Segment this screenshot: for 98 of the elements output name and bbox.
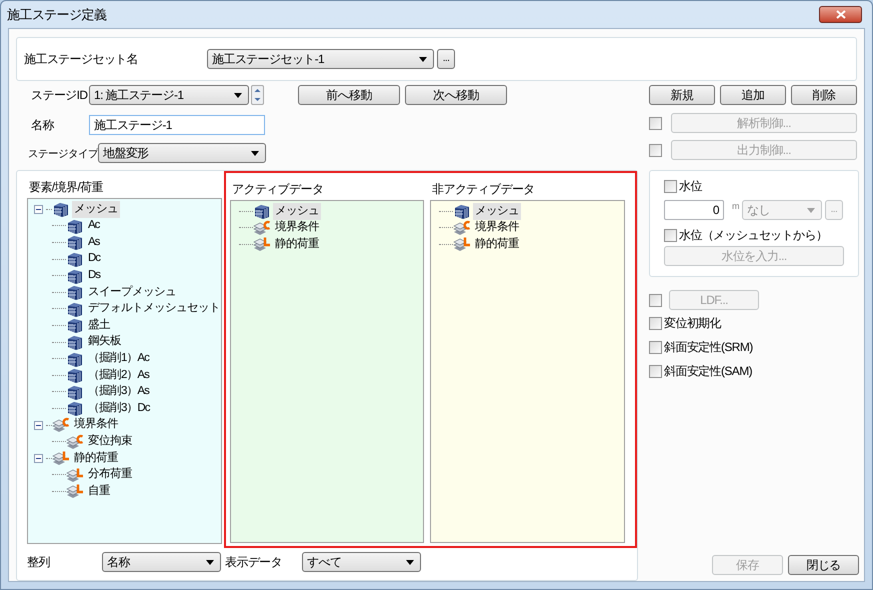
tree-item[interactable]: （掘削2）As [86, 366, 151, 384]
dialog-button[interactable]: 閉じる [788, 555, 859, 575]
tree-item[interactable]: Ds [86, 267, 102, 284]
grid-cube-icon [66, 384, 84, 400]
field-label: ステージタイプ [28, 148, 98, 160]
checkbox[interactable] [649, 340, 662, 354]
unit-label: m [732, 200, 739, 213]
grid-cube-icon [52, 201, 70, 218]
layers-icon [66, 483, 84, 500]
panel-title: 非アクティブデータ [431, 181, 536, 198]
tree-item[interactable]: 鋼矢板 [86, 333, 123, 351]
name-field[interactable]: 施工ステージ-1 [89, 115, 265, 135]
grid-cube-icon [66, 367, 84, 384]
layers-icon [52, 417, 70, 434]
tree-item[interactable]: 自重 [86, 482, 112, 500]
field-label: 表示データ [225, 554, 284, 571]
grid-cube-icon [66, 317, 84, 334]
layers-icon [52, 450, 70, 466]
tree-item[interactable]: （掘削1）Ac [86, 350, 151, 368]
field-label: ステージID [30, 87, 88, 104]
caret-icon [251, 150, 259, 156]
action-button[interactable]: 削除 [791, 85, 857, 105]
grid-cube-icon [66, 268, 84, 284]
grid-cube-icon [66, 234, 84, 250]
grid-cube-icon [66, 218, 84, 234]
caret-icon [206, 560, 214, 564]
tree-item[interactable]: デフォルトメッシュセット [86, 300, 221, 318]
nav-button[interactable]: 次へ移動 [405, 85, 507, 105]
grid-cube-icon [66, 334, 84, 350]
tree-item[interactable]: 盛土 [86, 316, 112, 334]
tree-item[interactable]: Ac [86, 217, 102, 235]
checkbox-label: 変位初期化 [664, 315, 722, 332]
grid-cube-icon [66, 251, 84, 268]
action-button[interactable]: 追加 [720, 85, 786, 105]
dropdown[interactable]: すべて [302, 552, 421, 572]
caret-icon [806, 208, 815, 212]
grid-cube-icon [66, 350, 84, 367]
layers-icon [66, 434, 84, 450]
tree-view[interactable]: メッシュ 境界条件 静的荷重 [430, 200, 625, 543]
collapse-toggle[interactable] [34, 204, 43, 214]
tree-item[interactable]: 境界条件 [473, 219, 521, 237]
panel-title: 要素/境界/荷重 [28, 179, 104, 196]
caret-icon [406, 560, 414, 564]
checkbox-label: 斜面安定性(SAM) [664, 363, 752, 380]
caret-icon [419, 56, 427, 62]
checkbox[interactable] [664, 180, 677, 192]
tree-item[interactable]: 変位拘束 [86, 432, 134, 450]
tree-item[interactable]: （掘削3）As [86, 383, 151, 400]
close-button[interactable] [819, 6, 862, 23]
dropdown[interactable]: 1: 施工ステージ-1 [89, 85, 249, 105]
water-level-field[interactable]: 0 [664, 200, 724, 220]
grid-cube-icon [66, 400, 84, 416]
panel-title: アクティブデータ [231, 181, 324, 198]
dropdown[interactable]: 地盤変形 [98, 143, 266, 163]
tree-item[interactable]: 静的荷重 [273, 236, 321, 254]
tree-item[interactable]: 静的荷重 [473, 236, 521, 254]
tree-item[interactable]: （掘削3）Dc [86, 400, 152, 418]
tree-item[interactable]: 境界条件 [273, 219, 321, 237]
tree-item[interactable]: スイープメッシュ [86, 284, 178, 301]
tree-item[interactable]: 境界条件 [72, 416, 120, 434]
grid-cube-icon [66, 284, 84, 300]
grid-cube-icon [453, 203, 471, 220]
checkbox[interactable] [664, 228, 677, 242]
checkbox[interactable] [649, 364, 662, 378]
checkbox[interactable] [649, 316, 662, 330]
layers-icon [453, 220, 471, 236]
browse-button[interactable]: ... [437, 49, 455, 69]
close-icon [836, 10, 846, 19]
tree-item[interactable]: メッシュ [273, 202, 321, 220]
checkbox-label: 水位 [679, 178, 702, 195]
window-title: 施工ステージ定義 [7, 6, 106, 24]
layers-icon [253, 220, 271, 236]
field-label: 名称 [30, 117, 55, 134]
nav-button[interactable]: 前へ移動 [298, 85, 400, 105]
tree-item[interactable]: 分布荷重 [86, 466, 134, 484]
tree-item[interactable]: Dc [86, 250, 102, 268]
checkbox-label: 水位（メッシュセットから） [679, 227, 828, 244]
tree-item[interactable]: メッシュ [72, 200, 120, 218]
grid-cube-icon [66, 300, 84, 317]
tree-item[interactable]: メッシュ [473, 202, 521, 220]
tree-item[interactable]: 静的荷重 [72, 450, 120, 467]
spinner[interactable] [251, 85, 264, 105]
layers-icon [453, 236, 471, 252]
layers-icon [66, 466, 84, 483]
tree-view[interactable]: メッシュ Ac As Dc Ds スイープメッシュ デフォルトメッシュセット 盛土 鋼矢板 （掘削1）Ac （掘削2）As （掘削3）As （掘削3）Dc 境界条件 変位拘束 静的荷重 分布荷重 自重 [27, 198, 222, 544]
tree-item[interactable]: As [86, 234, 102, 252]
collapse-toggle[interactable] [34, 420, 43, 430]
layers-icon [253, 236, 271, 252]
field-label: 施工ステージセット名 [24, 51, 140, 68]
grid-cube-icon [253, 203, 271, 220]
caret-icon [234, 92, 242, 98]
action-button[interactable]: 新規 [649, 85, 715, 105]
field-label: 整列 [27, 554, 51, 571]
collapse-toggle[interactable] [34, 454, 43, 463]
tree-view[interactable]: メッシュ 境界条件 静的荷重 [230, 200, 424, 543]
checkbox-label: 斜面安定性(SRM) [664, 339, 753, 356]
dropdown[interactable]: 施工ステージセット-1 [207, 49, 434, 69]
dropdown[interactable]: 名称 [102, 552, 221, 572]
